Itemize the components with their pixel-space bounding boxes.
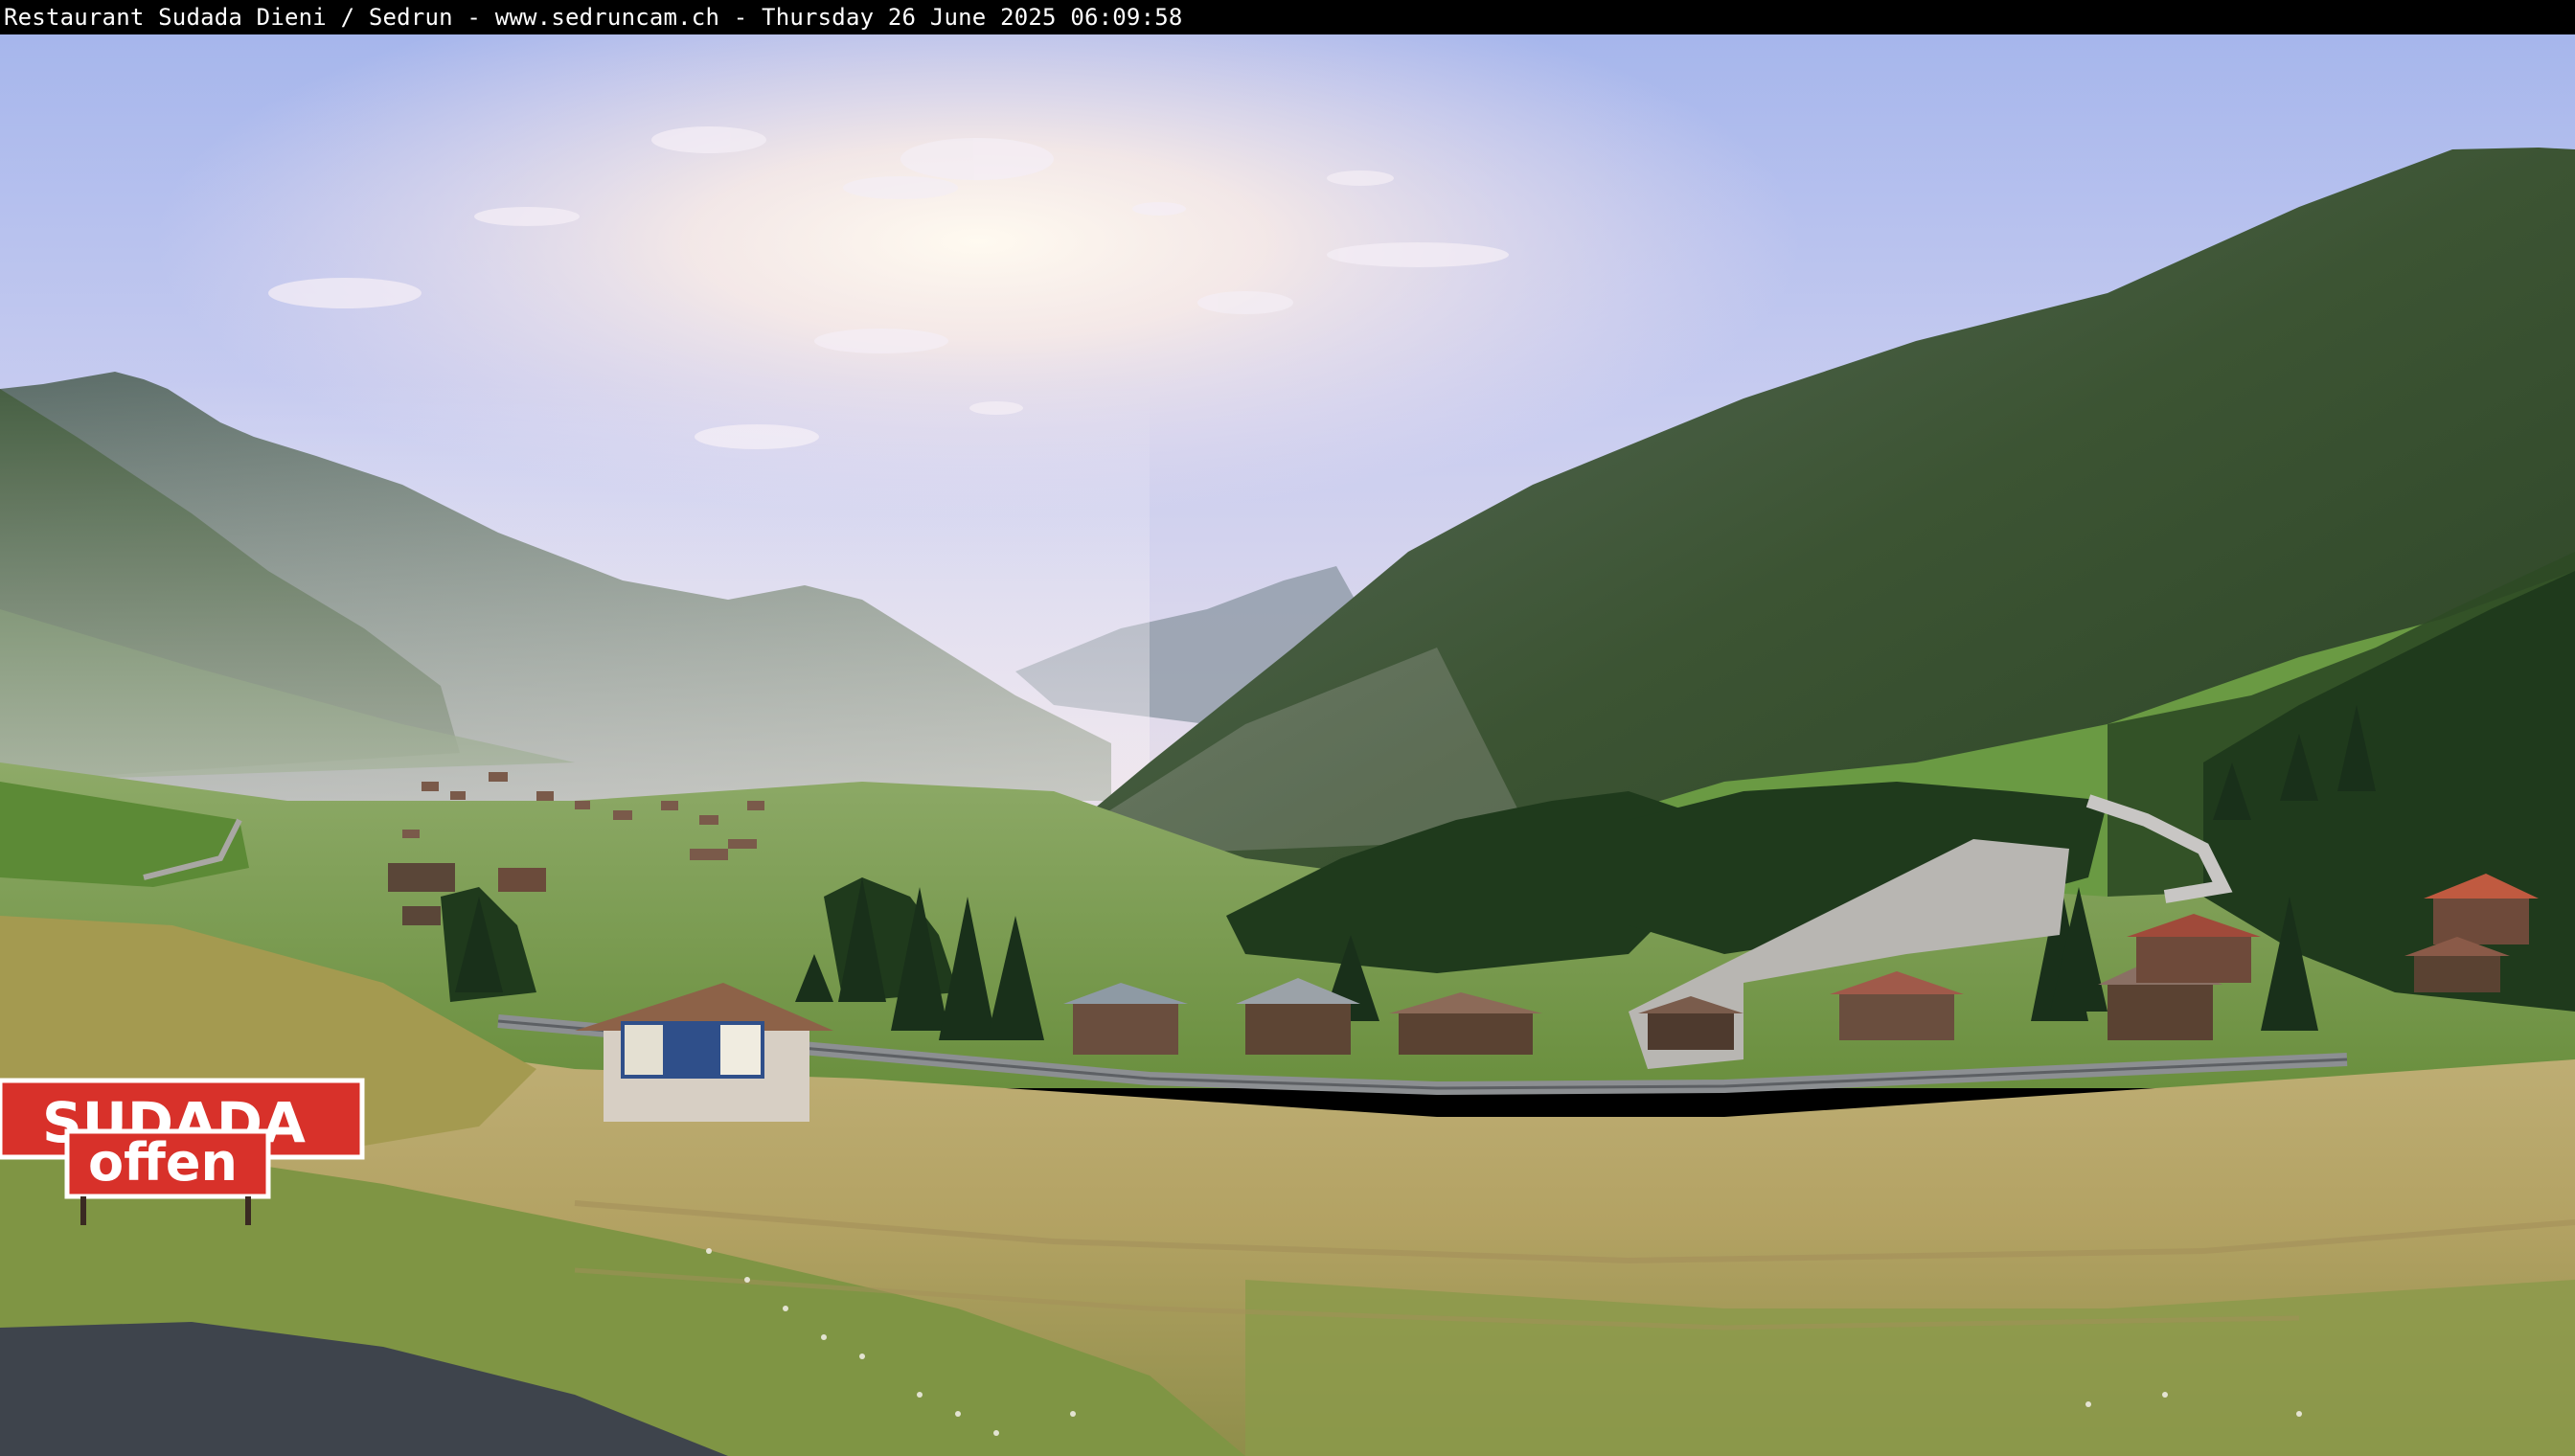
timestamp-caption: Restaurant Sudada Dieni / Sedrun - www.s… [4, 4, 1183, 31]
webcam-frame: Restaurant Sudada Dieni / Sedrun - www.s… [0, 0, 2575, 1456]
webcam-image: SUDADA offen [0, 34, 2575, 1456]
sign-bottom-text: offen [88, 1132, 238, 1193]
timestamp-caption-bar: Restaurant Sudada Dieni / Sedrun - www.s… [0, 0, 2575, 34]
